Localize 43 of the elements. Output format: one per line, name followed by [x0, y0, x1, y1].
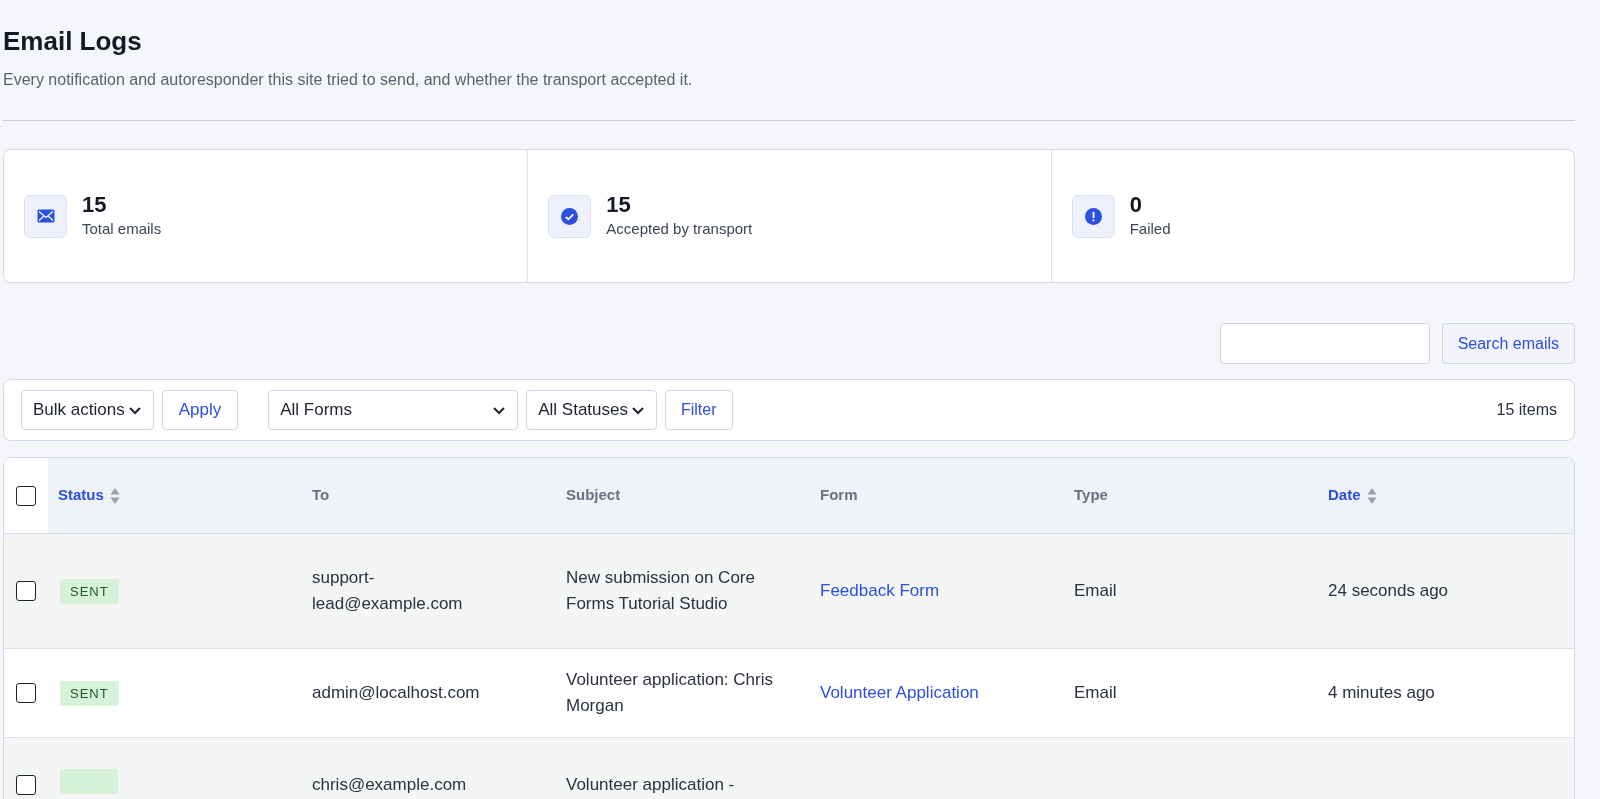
exclamation-circle-icon: [1084, 207, 1102, 225]
column-header: Subject: [566, 485, 621, 506]
form-link[interactable]: Feedback Form: [820, 581, 940, 600]
checkbox[interactable]: [16, 775, 36, 795]
recipient-text: admin@localhost.com: [312, 682, 481, 704]
stat-label: Accepted by transport: [606, 219, 753, 239]
recipient-text: support-lead@example.com: [312, 567, 464, 615]
recipient-text: chris@example.com: [312, 774, 468, 796]
search-button[interactable]: Search emails: [1441, 323, 1575, 364]
page-description: Every notification and autoresponder this site tried to send, and whether the transport accepted it.: [3, 70, 694, 90]
subject-text: Volunteer application: Chris Morgan: [566, 670, 773, 715]
status-badge: SENT: [60, 680, 119, 706]
date-text: 4 minutes ago: [1328, 683, 1435, 702]
status-badge: SENT: [60, 578, 119, 604]
subject-text: Volunteer application -: [566, 775, 735, 794]
stat-value: 0: [1129, 192, 1143, 218]
column-header: Type: [1074, 485, 1108, 506]
column-header[interactable]: Date: [1328, 484, 1361, 507]
check-circle-icon: [561, 207, 579, 225]
checkbox[interactable]: [16, 683, 36, 703]
type-text: Email: [1074, 581, 1117, 600]
form-link[interactable]: Volunteer Application: [820, 683, 979, 702]
statuses-dropdown[interactable]: All Statuses: [526, 390, 657, 430]
type-text: Email: [1074, 683, 1117, 702]
stat-value: 15: [82, 192, 108, 218]
subject-text: New submission on Core Forms Tutorial Studio: [566, 568, 755, 613]
envelope-icon: [36, 209, 55, 223]
search-field[interactable]: [1219, 323, 1430, 364]
checkbox[interactable]: [16, 485, 36, 506]
stat-label: Failed: [1129, 219, 1171, 239]
date-text: 24 seconds ago: [1328, 581, 1449, 600]
forms-dropdown[interactable]: All Forms: [268, 390, 519, 430]
stat-label: Total emails: [82, 219, 162, 239]
page-title: Email Logs: [3, 25, 142, 58]
apply-button[interactable]: Apply: [161, 390, 239, 430]
column-header: Form: [820, 485, 858, 506]
column-header[interactable]: Status: [58, 484, 104, 507]
bulk-actions-dropdown[interactable]: Bulk actions: [21, 390, 154, 430]
item-count: 15 items: [1496, 400, 1557, 420]
filter-button[interactable]: Filter: [664, 390, 733, 430]
column-header: To: [312, 485, 330, 506]
checkbox[interactable]: [16, 581, 36, 601]
stat-value: 15: [606, 192, 632, 218]
